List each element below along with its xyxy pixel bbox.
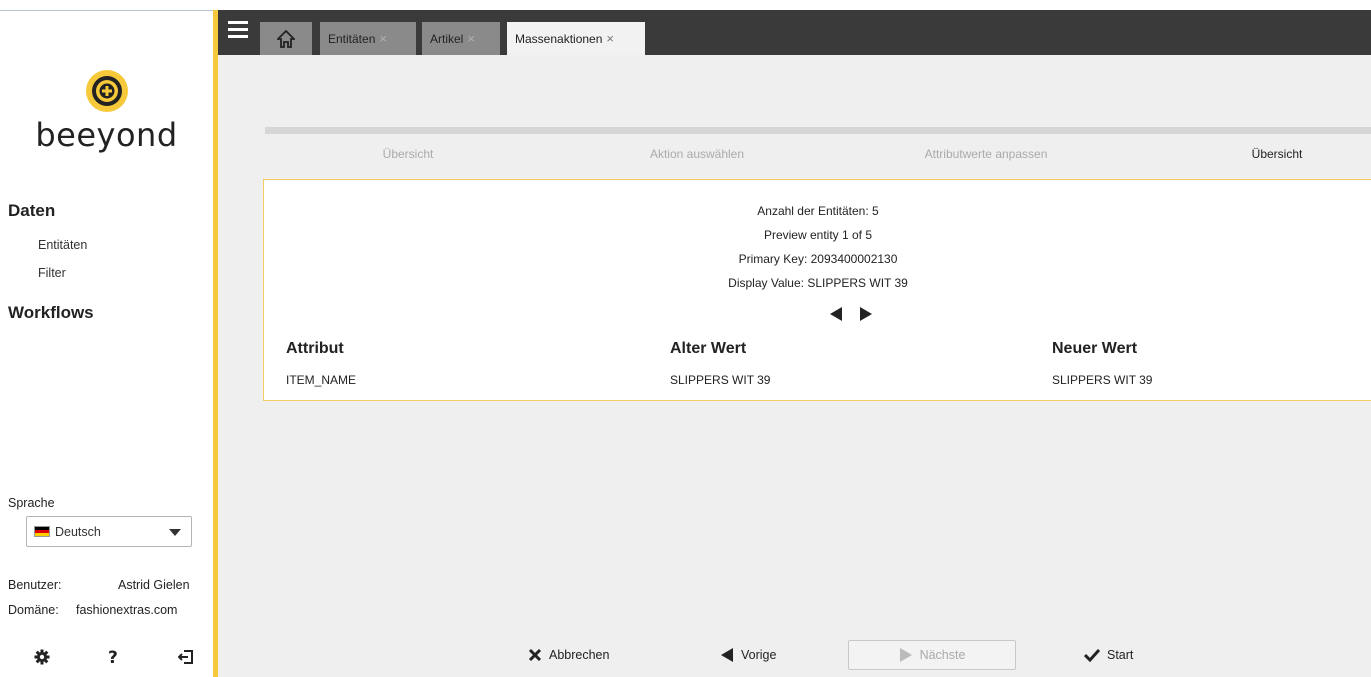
gear-icon[interactable] (34, 649, 50, 665)
user-name: Astrid Gielen (118, 578, 190, 592)
main-content: Übersicht Aktion auswählen Attributwerte… (218, 55, 1371, 677)
chevron-down-icon (169, 529, 181, 536)
column-header-alter-wert: Alter Wert (670, 340, 747, 357)
home-icon (277, 29, 295, 48)
tab-home[interactable] (260, 22, 312, 55)
close-icon[interactable]: × (379, 31, 387, 46)
primary-key-value: 2093400002130 (810, 252, 898, 266)
top-bar: Entitäten × Artikel × Massenaktionen × (218, 10, 1371, 55)
table-cell-old-value: SLIPPERS WIT 39 (670, 373, 771, 387)
tab-artikel[interactable]: Artikel × (422, 22, 500, 55)
app-window: beeyond Daten Entitäten Filter Workflows… (0, 0, 1371, 677)
nav-item-entitaeten[interactable]: Entitäten (38, 238, 87, 252)
close-icon (528, 648, 542, 662)
column-header-attribut: Attribut (286, 340, 344, 357)
german-flag-icon (34, 526, 50, 537)
preview-entity-text: Preview entity 1 of 5 (763, 228, 873, 242)
brand-name: beeyond (35, 116, 178, 154)
next-button[interactable]: Nächste (848, 640, 1016, 670)
language-select[interactable]: Deutsch (26, 516, 192, 547)
previous-label: Vorige (741, 648, 777, 662)
preview-navigation (829, 307, 873, 321)
column-header-neuer-wert: Neuer Wert (1052, 340, 1138, 357)
display-value: Display Value: SLIPPERS WIT 39 (264, 276, 1371, 290)
sidebar-bottom-icons: ? (34, 645, 194, 669)
tab-label: Massenaktionen (515, 31, 603, 46)
wizard-step-4: Übersicht (1251, 147, 1303, 161)
checkmark-icon (1084, 648, 1100, 662)
language-label: Sprache (8, 496, 55, 510)
tab-massenaktionen[interactable]: Massenaktionen × (507, 22, 645, 55)
nav-heading-workflows[interactable]: Workflows (8, 303, 94, 323)
preview-card: Anzahl der Entitäten: 5 Preview entity 1… (263, 179, 1371, 401)
sidebar: beeyond Daten Entitäten Filter Workflows… (0, 0, 213, 677)
user-label: Benutzer: (8, 578, 62, 592)
nav-heading-daten[interactable]: Daten (8, 201, 55, 221)
close-icon[interactable]: × (467, 31, 475, 46)
start-button[interactable]: Start (1084, 640, 1133, 670)
caret-left-icon (720, 648, 734, 662)
tab-label: Entitäten (328, 31, 376, 46)
cancel-label: Abbrechen (549, 648, 610, 662)
tab-entitaeten[interactable]: Entitäten × (320, 22, 416, 55)
logout-icon[interactable] (178, 649, 194, 665)
tab-label: Artikel (430, 31, 464, 46)
display-value-label: Display Value: (728, 276, 804, 290)
primary-key-label: Primary Key: (738, 252, 808, 266)
caret-right-icon (899, 648, 913, 662)
nav-item-filter[interactable]: Filter (38, 266, 66, 280)
menu-icon[interactable] (228, 21, 248, 44)
wizard-step-2: Aktion auswählen (649, 147, 745, 161)
wizard-step-3: Attributwerte anpassen (924, 147, 1048, 161)
help-icon[interactable]: ? (107, 648, 121, 666)
table-cell-attribute: ITEM_NAME (286, 373, 357, 387)
previous-entity-icon[interactable] (829, 307, 843, 321)
language-selected-value: Deutsch (55, 524, 101, 539)
entity-count: Anzahl der Entitäten: 5 (264, 204, 1371, 218)
primary-key: Primary Key: 2093400002130 (264, 252, 1371, 266)
entity-count-value: 5 (872, 204, 879, 218)
previous-button[interactable]: Vorige (720, 640, 776, 670)
user-info: Benutzer: Astrid Gielen (8, 578, 208, 592)
domain-name: fashionextras.com (76, 603, 178, 617)
next-label: Nächste (919, 648, 966, 662)
start-label: Start (1107, 648, 1134, 662)
table-cell-new-value: SLIPPERS WIT 39 (1052, 373, 1153, 387)
display-value-value: SLIPPERS WIT 39 (807, 276, 908, 290)
domain-info: Domäne: fashionextras.com (8, 603, 208, 617)
beeyond-logo-icon (85, 70, 128, 112)
wizard-progress-bar (265, 127, 1371, 134)
sidebar-divider (0, 10, 213, 11)
brand-logo[interactable]: beeyond (0, 68, 213, 154)
close-icon[interactable]: × (606, 31, 614, 46)
next-entity-icon[interactable] (859, 307, 873, 321)
domain-label: Domäne: (8, 603, 59, 617)
svg-text:?: ? (108, 648, 118, 666)
cancel-button[interactable]: Abbrechen (528, 640, 609, 670)
wizard-step-1: Übersicht (382, 147, 434, 161)
entity-count-label: Anzahl der Entitäten: (757, 204, 869, 218)
